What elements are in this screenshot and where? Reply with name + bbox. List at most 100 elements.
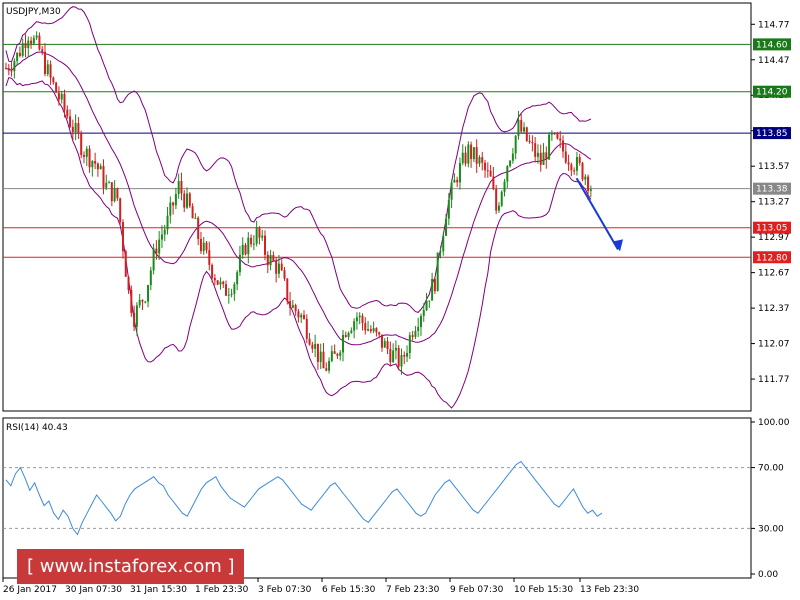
- candle-body: [408, 335, 411, 353]
- price-tick-label: 112.37: [758, 304, 790, 314]
- candle-body: [523, 127, 526, 132]
- candle-body: [163, 229, 166, 235]
- candle-body: [186, 193, 189, 208]
- candle-body: [456, 179, 459, 183]
- rsi-tick-label: 30.00: [758, 524, 784, 534]
- candle-body: [16, 52, 19, 62]
- candle-body: [21, 43, 24, 56]
- price-tick-label: 112.67: [758, 269, 790, 279]
- candle-body: [169, 202, 172, 216]
- candle-body: [575, 157, 578, 171]
- candle-body: [411, 335, 414, 337]
- candle-body: [183, 193, 186, 208]
- candle-body: [339, 352, 342, 356]
- candle-body: [138, 299, 141, 306]
- candle-body: [18, 52, 21, 56]
- candle-body: [180, 180, 183, 194]
- candle-body: [261, 235, 264, 238]
- candle-body: [94, 160, 97, 164]
- candle-body: [589, 189, 592, 191]
- candle-body: [458, 163, 461, 183]
- candle-body: [177, 180, 180, 195]
- usdjpy-chart: 114.77114.47114.17113.87113.57113.27112.…: [2, 2, 791, 595]
- rsi-title: RSI(14) 40.43: [6, 423, 68, 433]
- candle-body: [564, 151, 567, 163]
- candle-body: [475, 147, 478, 164]
- candle-body: [367, 329, 370, 331]
- candle-body: [236, 272, 239, 285]
- candle-body: [528, 140, 531, 142]
- candle-body: [205, 242, 208, 251]
- time-tick-label: 1 Feb 23:30: [195, 585, 249, 595]
- candle-body: [202, 242, 205, 252]
- candle-body: [121, 222, 124, 252]
- candle-body: [166, 215, 169, 230]
- candle-body: [442, 235, 445, 252]
- candle-body: [116, 188, 119, 199]
- price-tick-label: 112.97: [758, 233, 790, 243]
- candle-body: [286, 278, 289, 302]
- candle-body: [517, 119, 520, 136]
- time-tick-label: 10 Feb 15:30: [514, 585, 573, 595]
- candle-body: [392, 350, 395, 363]
- candle-body: [445, 218, 448, 236]
- candle-body: [57, 92, 60, 100]
- candle-body: [461, 152, 464, 164]
- candle-body: [358, 315, 361, 318]
- candle-body: [141, 299, 144, 302]
- candle-body: [372, 328, 375, 332]
- candle-body: [478, 157, 481, 164]
- candle-body: [30, 40, 33, 44]
- candle-body: [509, 160, 512, 167]
- candle-body: [283, 270, 286, 279]
- candle-body: [450, 182, 453, 200]
- candle-body: [587, 176, 590, 191]
- candle-body: [219, 281, 222, 285]
- candle-body: [336, 353, 339, 356]
- candle-body: [344, 334, 347, 337]
- candle-body: [252, 243, 255, 245]
- candle-body: [436, 252, 439, 292]
- candle-body: [364, 323, 367, 331]
- candle-body: [10, 70, 13, 72]
- candle-body: [241, 244, 244, 255]
- candle-body: [74, 123, 77, 133]
- candle-body: [562, 140, 565, 152]
- candle-body: [305, 318, 308, 339]
- time-tick-label: 30 Jan 07:30: [65, 585, 122, 595]
- candle-body: [46, 64, 49, 75]
- candle-body: [244, 244, 247, 255]
- candle-body: [511, 153, 514, 161]
- candle-body: [322, 351, 325, 369]
- candle-body: [63, 93, 66, 110]
- candle-body: [525, 127, 528, 141]
- candle-body: [188, 193, 191, 207]
- candle-body: [470, 144, 473, 160]
- candle-body: [160, 234, 163, 240]
- time-tick-label: 31 Jan 15:30: [130, 585, 187, 595]
- candle-body: [495, 189, 498, 211]
- candle-body: [403, 355, 406, 357]
- candle-body: [316, 343, 319, 362]
- candle-body: [539, 152, 542, 165]
- candle-body: [144, 301, 147, 303]
- candle-body: [55, 82, 58, 93]
- candle-body: [119, 198, 122, 223]
- candle-body: [24, 43, 27, 49]
- level-label: 114.60: [756, 40, 788, 50]
- candle-body: [584, 176, 587, 180]
- price-chart-title: USDJPY,M30: [6, 7, 61, 17]
- candle-body: [216, 280, 219, 285]
- candle-body: [400, 355, 403, 367]
- candle-body: [291, 305, 294, 308]
- candle-body: [191, 206, 194, 219]
- candle-body: [570, 164, 573, 171]
- candle-body: [264, 235, 267, 255]
- candle-body: [319, 351, 322, 362]
- candle-body: [227, 294, 230, 296]
- candle-body: [66, 109, 69, 117]
- candle-body: [464, 152, 467, 164]
- candle-body: [155, 248, 158, 254]
- candle-body: [82, 155, 85, 157]
- candle-body: [297, 311, 300, 318]
